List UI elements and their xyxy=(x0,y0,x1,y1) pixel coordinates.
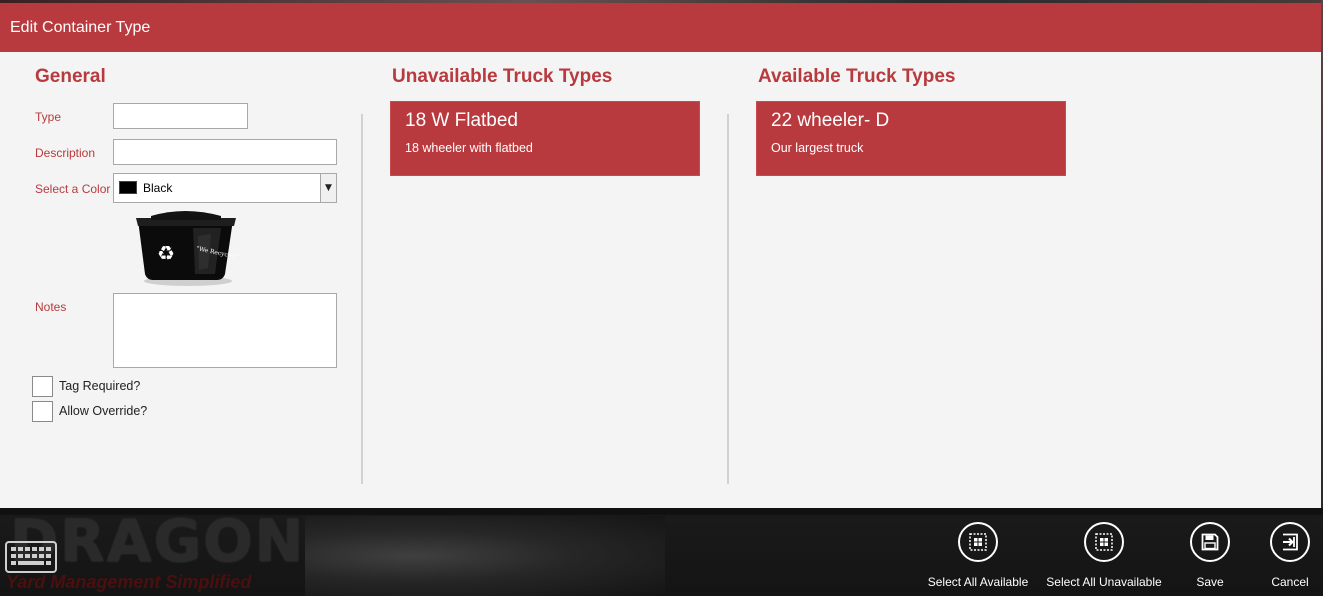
color-label: Select a Color xyxy=(35,182,111,196)
notes-textarea[interactable] xyxy=(113,293,337,368)
select-all-unavailable-label: Select All Unavailable xyxy=(1046,575,1162,589)
select-all-unavailable-button[interactable]: Select All Unavailable xyxy=(1043,522,1165,594)
color-swatch xyxy=(119,181,137,194)
select-all-icon xyxy=(1084,522,1124,562)
svg-text:♻: ♻ xyxy=(157,241,175,265)
keyboard-icon[interactable] xyxy=(5,541,57,573)
notes-label: Notes xyxy=(35,300,67,314)
unavailable-heading: Unavailable Truck Types xyxy=(392,66,613,87)
cancel-button[interactable]: Cancel xyxy=(1262,522,1318,594)
tag-required-label: Tag Required? xyxy=(59,379,141,393)
select-all-available-button[interactable]: Select All Available xyxy=(922,522,1034,594)
truck-name: 22 wheeler- D xyxy=(771,110,890,131)
section-divider xyxy=(361,114,363,484)
type-label: Type xyxy=(35,110,62,124)
color-select[interactable]: Black ▼ xyxy=(113,173,337,203)
allow-override-label: Allow Override? xyxy=(59,404,148,418)
app-bar: DRAGON Yard Management Simplified Select… xyxy=(0,508,1323,596)
allow-override-checkbox[interactable] xyxy=(32,401,53,422)
tag-required-checkbox[interactable] xyxy=(32,376,53,397)
description-input[interactable] xyxy=(113,139,337,165)
select-all-available-label: Select All Available xyxy=(927,575,1029,589)
brand-tagline: Yard Management Simplified xyxy=(6,572,252,592)
type-input[interactable] xyxy=(113,103,248,129)
truck-description: Our largest truck xyxy=(771,141,864,155)
chevron-down-icon[interactable]: ▼ xyxy=(320,174,336,202)
general-heading: General xyxy=(35,66,106,87)
select-all-icon xyxy=(958,522,998,562)
color-value: Black xyxy=(143,181,173,195)
save-icon xyxy=(1190,522,1230,562)
edit-panel: General Type Description Select a Color … xyxy=(0,52,1321,508)
recycle-bin-image: ♻ "We Recycle!" xyxy=(136,211,239,286)
exit-icon xyxy=(1270,522,1310,562)
truck-description: 18 wheeler with flatbed xyxy=(405,141,533,155)
window-title: Edit Container Type xyxy=(0,3,1321,52)
cancel-label: Cancel xyxy=(1271,575,1309,589)
available-truck-tile[interactable]: 22 wheeler- D Our largest truck xyxy=(756,101,1066,176)
save-label: Save xyxy=(1196,575,1224,589)
section-divider xyxy=(727,114,729,484)
save-button[interactable]: Save xyxy=(1183,522,1237,594)
description-label: Description xyxy=(35,146,96,160)
background-image xyxy=(305,516,665,596)
available-heading: Available Truck Types xyxy=(758,66,956,87)
unavailable-truck-tile[interactable]: 18 W Flatbed 18 wheeler with flatbed xyxy=(390,101,700,176)
truck-name: 18 W Flatbed xyxy=(405,110,518,131)
